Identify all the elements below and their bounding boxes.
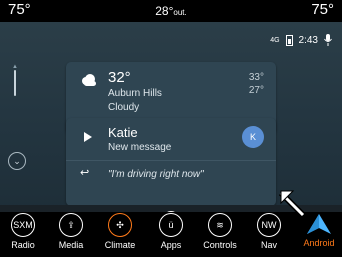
divider: [66, 160, 276, 161]
signal-icon: 4G: [270, 36, 280, 44]
fan-icon: ✣: [108, 213, 132, 237]
controls-button[interactable]: ≋ Controls: [197, 213, 243, 250]
message-card[interactable]: Katie New message K ↩ "I'm driving right…: [66, 118, 276, 206]
uconnect-menu-bar: SXM Radio ⇪ Media ✣ Climate ü Apps ≋ Con…: [0, 212, 342, 257]
battery-icon: [285, 34, 293, 46]
scroll-down-button[interactable]: ⌄: [8, 152, 26, 170]
android-auto-icon: [307, 214, 331, 234]
climate-button[interactable]: ✣ Climate: [97, 213, 143, 250]
apps-button[interactable]: ü Apps: [148, 213, 194, 250]
weather-high: 33°: [248, 72, 264, 83]
compass-icon: NW: [257, 213, 281, 237]
message-subtitle: New message: [108, 142, 172, 153]
android-button[interactable]: Android: [296, 213, 342, 248]
weather-low: 27°: [248, 85, 264, 96]
media-button[interactable]: ⇪ Media: [48, 213, 94, 250]
apps-icon: ü: [159, 213, 183, 237]
reply-icon[interactable]: ↩: [80, 166, 89, 179]
clock: 2:43: [298, 34, 318, 46]
quick-reply[interactable]: "I'm driving right now": [108, 169, 204, 180]
radio-button[interactable]: SXM Radio: [0, 213, 46, 250]
cloud-icon: [82, 74, 96, 86]
vehicle-status-bar: 75° 28°out. 75°: [0, 0, 342, 22]
weather-temp: 32°: [108, 69, 131, 86]
android-auto-screen: 4G 2:43 ▲ ⌄ 32° Auburn Hills Cloudy 33° …: [0, 22, 342, 212]
scroll-indicator[interactable]: ▲: [12, 64, 18, 98]
weather-condition: Cloudy: [108, 102, 140, 113]
phone-status: 4G 2:43: [270, 34, 332, 46]
avatar: K: [242, 126, 264, 148]
microphone-icon[interactable]: [324, 34, 332, 46]
sxm-icon: SXM: [11, 213, 35, 237]
pointer-arrow-icon: [279, 190, 306, 217]
message-sender: Katie: [108, 125, 138, 140]
nav-button[interactable]: NW Nav: [246, 213, 292, 250]
play-icon[interactable]: [84, 132, 92, 142]
seat-heat-icon: ≋: [208, 213, 232, 237]
usb-icon: ⇪: [59, 213, 83, 237]
outside-temp: 28°out.: [155, 4, 187, 18]
passenger-temp[interactable]: 75°: [311, 1, 334, 18]
weather-location: Auburn Hills: [108, 88, 162, 99]
